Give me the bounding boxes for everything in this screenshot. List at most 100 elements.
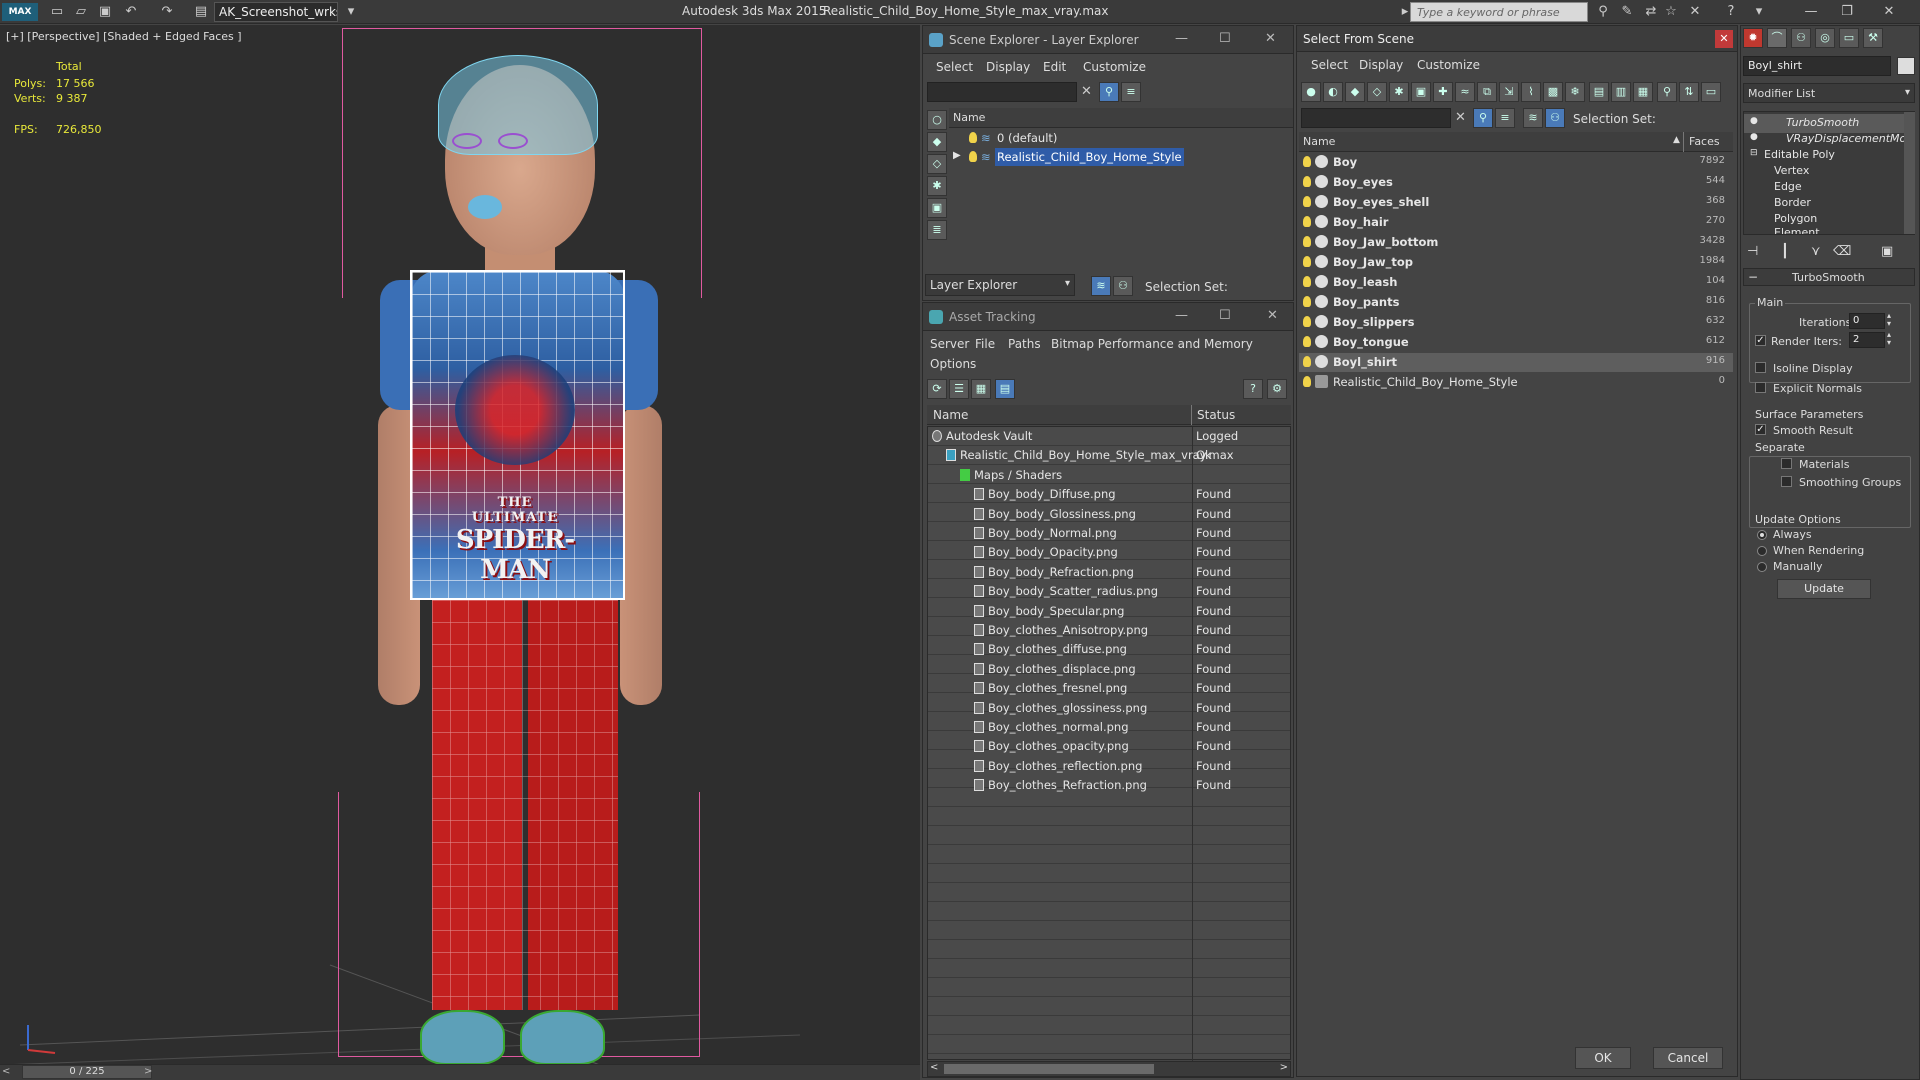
select-dependents-icon[interactable]: ▦ <box>1633 82 1653 102</box>
light-bulb-icon[interactable] <box>1303 196 1311 207</box>
asset-row[interactable]: Realistic_Child_Boy_Home_Style_max_vray.… <box>928 446 1292 465</box>
cameras-filter-icon[interactable]: ▣ <box>1411 82 1431 102</box>
app-logo-icon[interactable]: MAX <box>2 3 38 21</box>
close-icon[interactable]: ✕ <box>1715 30 1733 48</box>
light-bulb-icon[interactable] <box>1303 316 1311 327</box>
when-rendering-radio[interactable] <box>1757 546 1767 556</box>
select-none-icon[interactable]: ◐ <box>1323 82 1343 102</box>
asset-row[interactable]: Boy_clothes_normal.png Found <box>928 718 1292 737</box>
object-row[interactable]: Boy_eyes_shell 368 <box>1299 193 1733 212</box>
object-row[interactable]: Boy_leash 104 <box>1299 273 1733 292</box>
table-view-icon[interactable]: ▤ <box>995 379 1015 399</box>
always-radio[interactable] <box>1757 530 1767 540</box>
light-bulb-icon[interactable] <box>1303 336 1311 347</box>
menu-paths[interactable]: Paths <box>1008 337 1041 351</box>
update-button[interactable]: Update <box>1777 579 1871 599</box>
object-row[interactable]: Realistic_Child_Boy_Home_Style 0 <box>1299 373 1733 392</box>
column-divider[interactable] <box>1683 132 1684 152</box>
restore-icon[interactable]: ❐ <box>1838 3 1856 21</box>
help-icon[interactable]: ? <box>1243 379 1263 399</box>
light-bulb-icon[interactable] <box>969 132 977 143</box>
time-slider-next-icon[interactable]: > <box>144 1066 152 1077</box>
menu-options[interactable]: Options <box>930 357 976 371</box>
configure-sets-icon[interactable]: ▣ <box>1881 244 1893 259</box>
helpers-filter-icon[interactable]: ✚ <box>1433 82 1453 102</box>
settings-icon[interactable]: ⚙ <box>1267 379 1287 399</box>
scroll-right-icon[interactable]: > <box>1280 1062 1288 1073</box>
display-none-icon[interactable]: ○ <box>927 110 947 130</box>
shapes-filter-icon[interactable]: ◇ <box>1367 82 1387 102</box>
pin-stack-icon[interactable]: ⊣ <box>1747 244 1758 259</box>
object-row[interactable]: Boy 7892 <box>1299 153 1733 172</box>
display-references-icon[interactable]: ▥ <box>1611 82 1631 102</box>
scene-explorer-titlebar[interactable]: Scene Explorer - Layer Explorer — ☐ ✕ <box>923 26 1293 54</box>
close-icon[interactable]: ✕ <box>1267 308 1278 323</box>
undo-icon[interactable]: ↶ <box>122 3 140 21</box>
open-file-icon[interactable]: ▱ <box>72 3 90 21</box>
menu-select[interactable]: Select <box>936 60 973 74</box>
materials-checkbox[interactable] <box>1781 458 1792 469</box>
select-from-scene-titlebar[interactable]: Select From Scene ✕ <box>1297 26 1737 52</box>
stack-scrollbar[interactable] <box>1904 112 1915 234</box>
help-menu-icon[interactable]: ▾ <box>1750 3 1768 21</box>
asset-row[interactable]: Boy_body_Diffuse.png Found <box>928 485 1292 504</box>
stack-subobj-element[interactable]: Element <box>1744 226 1904 234</box>
ok-button[interactable]: OK <box>1575 1047 1631 1069</box>
display-shapes-icon[interactable]: ◇ <box>927 154 947 174</box>
light-bulb-icon[interactable] <box>1303 236 1311 247</box>
asset-row[interactable]: Boy_body_Normal.png Found <box>928 524 1292 543</box>
asset-row[interactable]: Boy_clothes_displace.png Found <box>928 660 1292 679</box>
make-unique-icon[interactable]: ⋎ <box>1811 244 1821 259</box>
minimize-icon[interactable]: — <box>1175 308 1188 323</box>
modifier-list-dropdown[interactable]: Modifier List ▾ <box>1743 83 1915 103</box>
filter-options-icon[interactable]: ⚲ <box>1657 82 1677 102</box>
light-bulb-icon[interactable] <box>1303 376 1311 387</box>
asset-row[interactable]: Boy_clothes_Refraction.png Found <box>928 776 1292 795</box>
display-helpers-icon[interactable]: ≣ <box>927 220 947 240</box>
expand-arrow-icon[interactable]: ▶ <box>953 150 961 161</box>
search-input[interactable]: Type a keyword or phrase <box>1410 2 1588 22</box>
menu-display[interactable]: Display <box>986 60 1030 74</box>
maximize-icon[interactable]: ☐ <box>1219 308 1231 323</box>
close-icon[interactable]: ✕ <box>1265 31 1276 46</box>
iterations-spinner[interactable]: 0 <box>1849 313 1885 329</box>
layer-row[interactable]: ≋ 0 (default) <box>949 129 1293 148</box>
col-faces[interactable]: Faces <box>1689 135 1720 148</box>
utilities-tab-icon[interactable]: ⚒ <box>1863 28 1883 48</box>
explicit-normals-checkbox[interactable] <box>1755 382 1766 393</box>
binoculars-icon[interactable]: ⚲ <box>1594 3 1612 21</box>
geometry-filter-icon[interactable]: ◆ <box>1345 82 1365 102</box>
time-slider[interactable]: < 0 / 225 > <box>0 1064 920 1080</box>
layer-options-icon[interactable]: ≡ <box>1121 82 1141 102</box>
viewport-label[interactable]: [+] [Perspective] [Shaded + Edged Faces … <box>6 30 242 43</box>
collapse-icon[interactable]: ⊟ <box>1750 148 1758 158</box>
menu-server[interactable]: Server <box>930 337 969 351</box>
menu-display[interactable]: Display <box>1359 58 1403 72</box>
hierarchy-mode-icon[interactable]: ⚇ <box>1113 276 1133 296</box>
turbosmooth-rollout-header[interactable]: − TurboSmooth <box>1743 268 1915 286</box>
light-bulb-icon[interactable] <box>1303 256 1311 267</box>
redo-icon[interactable]: ↷ <box>158 3 176 21</box>
object-row[interactable]: Boy_Jaw_top 1984 <box>1299 253 1733 272</box>
scene-explorer-search-input[interactable] <box>927 82 1077 102</box>
containers-filter-icon[interactable]: ▩ <box>1543 82 1563 102</box>
frozen-filter-icon[interactable]: ❄ <box>1565 82 1585 102</box>
smoothing-groups-checkbox[interactable] <box>1781 476 1792 487</box>
spacewarps-filter-icon[interactable]: ≈ <box>1455 82 1475 102</box>
motion-tab-icon[interactable]: ◎ <box>1815 28 1835 48</box>
asset-row[interactable]: Maps / Shaders <box>928 466 1292 485</box>
thumbnail-view-icon[interactable]: ▦ <box>971 379 991 399</box>
display-tab-icon[interactable]: ▭ <box>1839 28 1859 48</box>
light-bulb-icon[interactable] <box>1303 156 1311 167</box>
explorer-type-dropdown[interactable]: Layer Explorer ▾ <box>925 274 1075 296</box>
collapse-icon[interactable]: ▭ <box>1701 82 1721 102</box>
maximize-icon[interactable]: ☐ <box>1219 31 1231 46</box>
asset-row[interactable]: Autodesk Vault Logged <box>928 427 1292 446</box>
asset-row[interactable]: Boy_clothes_diffuse.png Found <box>928 640 1292 659</box>
light-bulb-icon[interactable] <box>1303 356 1311 367</box>
scroll-thumb[interactable] <box>944 1064 1154 1074</box>
scroll-left-icon[interactable]: < <box>930 1062 938 1073</box>
menu-customize[interactable]: Customize <box>1083 60 1146 74</box>
col-status[interactable]: Status <box>1197 408 1235 422</box>
save-icon[interactable]: ▣ <box>96 3 114 21</box>
